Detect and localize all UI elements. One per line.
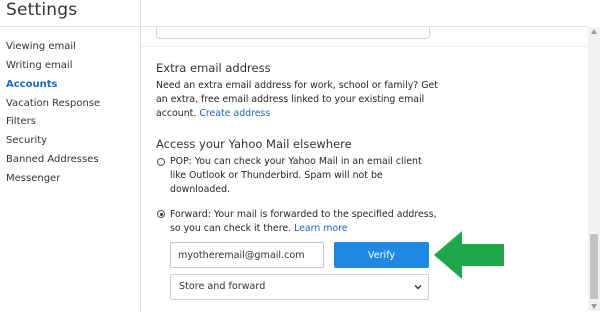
extra-email-heading: Extra email address xyxy=(156,61,271,75)
arrow-left-icon xyxy=(434,231,504,279)
page-title: Settings xyxy=(6,0,78,20)
extra-email-description: Need an extra email address for work, sc… xyxy=(156,79,448,121)
learn-more-link[interactable]: Learn more xyxy=(294,223,347,234)
scroll-up-arrow-icon[interactable] xyxy=(591,29,597,34)
chevron-down-icon xyxy=(414,285,422,290)
sidebar-item-vacation-response[interactable]: Vacation Response xyxy=(6,98,100,109)
vertical-scrollbar[interactable] xyxy=(588,27,600,311)
forward-mode-select[interactable]: Store and forward xyxy=(170,274,429,300)
previous-section-card xyxy=(156,27,430,39)
sidebar-item-banned-addresses[interactable]: Banned Addresses xyxy=(6,154,99,165)
create-address-link[interactable]: Create address xyxy=(199,108,270,119)
sidebar-item-writing-email[interactable]: Writing email xyxy=(6,60,72,71)
sidebar-item-messenger[interactable]: Messenger xyxy=(6,173,60,184)
sidebar-item-viewing-email[interactable]: Viewing email xyxy=(6,41,76,52)
sidebar-item-accounts[interactable]: Accounts xyxy=(6,79,57,90)
forward-radio[interactable] xyxy=(157,210,165,218)
forward-option-label: Forward: Your mail is forwarded to the s… xyxy=(170,208,440,236)
sidebar-item-filters[interactable]: Filters xyxy=(6,116,36,127)
pop-option-label: POP: You can check your Yahoo Mail in an… xyxy=(170,156,422,195)
access-elsewhere-heading: Access your Yahoo Mail elsewhere xyxy=(156,137,352,151)
scrollbar-thumb[interactable] xyxy=(590,234,598,299)
sidebar-item-security[interactable]: Security xyxy=(6,135,47,146)
section-separator xyxy=(141,46,588,47)
forward-email-input[interactable] xyxy=(170,242,324,268)
forward-mode-value: Store and forward xyxy=(179,281,266,292)
settings-sidebar: Viewing email Writing email Accounts Vac… xyxy=(0,26,140,312)
verify-button[interactable]: Verify xyxy=(334,242,429,268)
scroll-down-arrow-icon[interactable] xyxy=(591,304,597,309)
pop-radio[interactable] xyxy=(157,158,165,166)
